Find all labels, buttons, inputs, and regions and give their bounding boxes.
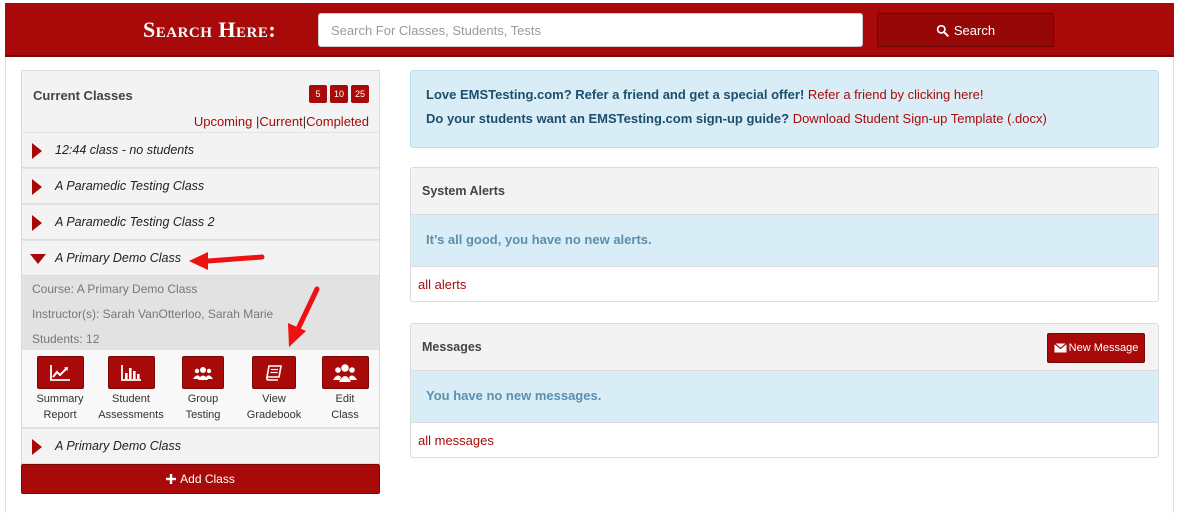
- view-gradebook-button[interactable]: [252, 356, 296, 389]
- action-label: Edit: [335, 393, 355, 405]
- page-size-25-button[interactable]: 25: [350, 85, 369, 103]
- current-classes-header: Current Classes 5 10 25 Upcoming |Curren…: [21, 70, 380, 132]
- action-label: Group: [187, 393, 219, 405]
- action-label: Testing: [185, 409, 221, 421]
- class-name: 12:44 class - no students: [55, 143, 194, 157]
- action-label: Summary: [36, 393, 84, 405]
- collapse-arrow-icon: [30, 254, 46, 264]
- class-name: A Primary Demo Class: [55, 251, 181, 265]
- search-heading: Search Here:: [143, 17, 277, 42]
- system-alerts-header: System Alerts: [411, 168, 1158, 215]
- group-testing-action[interactable]: Group Testing: [168, 356, 238, 423]
- student-assessments-button[interactable]: [107, 356, 155, 389]
- class-row[interactable]: A Primary Demo Class: [21, 428, 380, 464]
- all-alerts-link[interactable]: all alerts: [418, 277, 466, 292]
- system-alerts-card: System Alerts It’s all good, you have no…: [410, 167, 1159, 302]
- book-icon: [265, 364, 282, 381]
- page-size-buttons: 5 10 25: [308, 85, 369, 103]
- filter-completed-link[interactable]: Completed: [306, 114, 369, 129]
- group-testing-button[interactable]: [182, 356, 224, 389]
- class-filter-links: Upcoming |Current|Completed: [194, 114, 369, 129]
- edit-class-button[interactable]: [321, 356, 369, 389]
- class-row[interactable]: A Paramedic Testing Class: [21, 168, 380, 204]
- class-name: A Paramedic Testing Class: [55, 179, 205, 193]
- action-label: Class: [331, 409, 359, 421]
- class-actions: Summary Report Student Assessments Group Te…: [21, 350, 380, 428]
- class-row[interactable]: 12:44 class - no students: [21, 132, 380, 168]
- refer-friend-link[interactable]: Refer a friend by clicking here!: [808, 87, 984, 102]
- edit-class-action[interactable]: Edit Class: [310, 356, 380, 423]
- system-alerts-title: System Alerts: [422, 184, 505, 198]
- action-label: Assessments: [98, 409, 164, 421]
- all-messages-link[interactable]: all messages: [418, 433, 494, 448]
- class-row[interactable]: A Paramedic Testing Class 2: [21, 204, 380, 240]
- class-course: Course: A Primary Demo Class: [32, 282, 198, 296]
- filter-current-link[interactable]: Current: [259, 114, 302, 129]
- action-label: Report: [43, 409, 77, 421]
- expand-arrow-icon: [32, 215, 42, 231]
- page-size-5-button[interactable]: 5: [308, 85, 327, 103]
- new-message-label: New Message: [1068, 342, 1139, 354]
- class-row-expanded[interactable]: A Primary Demo Class: [21, 240, 380, 276]
- promo-banner: Love EMSTesting.com? Refer a friend and …: [410, 70, 1159, 148]
- action-label: Student: [112, 393, 150, 405]
- promo-referral-text: Love EMSTesting.com? Refer a friend and …: [426, 87, 805, 102]
- top-search-bar: Search Here: Search: [5, 3, 1174, 57]
- view-gradebook-action[interactable]: View Gradebook: [239, 356, 309, 423]
- messages-card: Messages New Message You have no new mes…: [410, 323, 1159, 458]
- messages-header: Messages New Message: [411, 324, 1158, 371]
- plus-icon: [166, 474, 177, 484]
- filter-upcoming-link[interactable]: Upcoming: [194, 114, 253, 129]
- line-chart-icon: [50, 364, 70, 381]
- users-icon: [333, 363, 357, 382]
- class-instructors: Instructor(s): Sarah VanOtterloo, Sarah …: [32, 307, 274, 321]
- expand-arrow-icon: [32, 439, 42, 455]
- group-icon: [193, 366, 213, 380]
- page-size-10-button[interactable]: 10: [329, 85, 348, 103]
- summary-report-button[interactable]: [36, 356, 84, 389]
- promo-referral-line: Love EMSTesting.com? Refer a friend and …: [426, 87, 1143, 111]
- promo-signup-text: Do your students want an EMSTesting.com …: [426, 111, 790, 126]
- messages-title: Messages: [422, 340, 482, 354]
- current-classes-panel: Current Classes 5 10 25 Upcoming |Curren…: [21, 70, 380, 494]
- expand-arrow-icon: [32, 143, 42, 159]
- student-assessments-action[interactable]: Student Assessments: [96, 356, 166, 423]
- alerts-status-message: It’s all good, you have no new alerts.: [411, 215, 1158, 267]
- promo-signup-line: Do your students want an EMSTesting.com …: [426, 111, 1143, 135]
- class-name: A Paramedic Testing Class 2: [55, 215, 215, 229]
- current-classes-title: Current Classes: [33, 88, 133, 103]
- add-class-button[interactable]: Add Class: [21, 464, 380, 494]
- search-input[interactable]: [318, 13, 863, 47]
- action-label: View: [262, 393, 286, 405]
- add-class-label: Add Class: [180, 472, 235, 486]
- summary-report-action[interactable]: Summary Report: [25, 356, 95, 423]
- class-name: A Primary Demo Class: [55, 439, 181, 453]
- bar-chart-icon: [121, 364, 141, 381]
- envelope-icon: [1053, 343, 1067, 353]
- action-label: Gradebook: [246, 409, 302, 421]
- new-message-button[interactable]: New Message: [1047, 333, 1145, 363]
- search-button-label: Search: [953, 22, 996, 38]
- search-icon: [936, 24, 949, 37]
- expand-arrow-icon: [32, 179, 42, 195]
- search-button[interactable]: Search: [877, 13, 1054, 47]
- messages-status-message: You have no new messages.: [411, 371, 1158, 423]
- class-details: Course: A Primary Demo Class Instructor(…: [21, 276, 380, 350]
- download-template-link[interactable]: Download Student Sign-up Template (.docx…: [793, 111, 1047, 126]
